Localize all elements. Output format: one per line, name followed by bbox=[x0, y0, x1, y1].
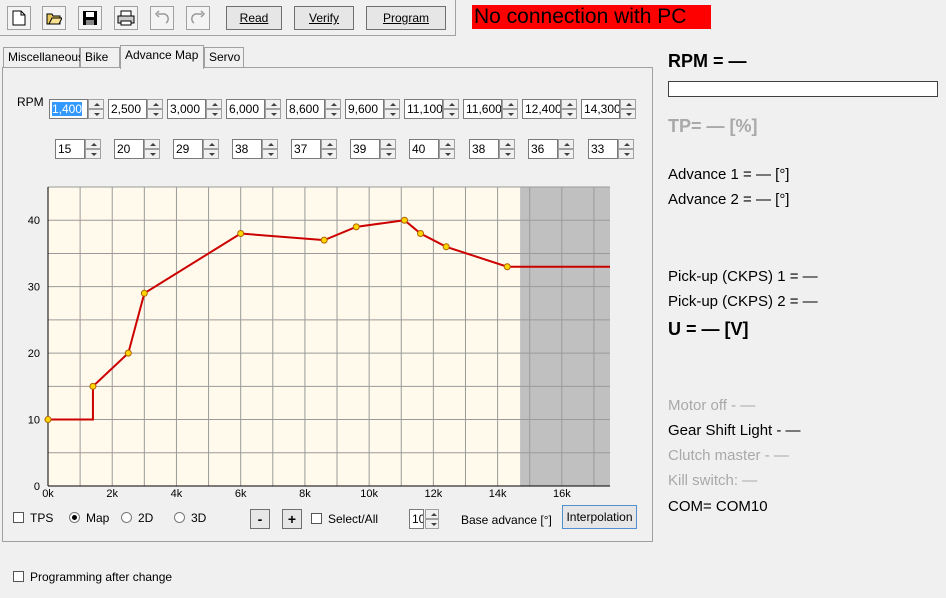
x-tick-label: 6k bbox=[235, 488, 247, 500]
pickup1-readout: Pick-up (CKPS) 1 = — bbox=[668, 268, 818, 285]
com-port-readout: COM= COM10 bbox=[668, 498, 768, 515]
tps-checkbox[interactable] bbox=[13, 512, 24, 523]
3d-radio[interactable] bbox=[174, 512, 185, 523]
rpm-progress-bar bbox=[668, 81, 938, 97]
voltage-readout: U = — [V] bbox=[668, 319, 749, 339]
gear-shift-light-readout: Gear Shift Light - — bbox=[668, 422, 801, 439]
map-point-2[interactable] bbox=[89, 382, 97, 390]
select-all-label: Select/All bbox=[328, 512, 379, 526]
x-tick-label: 2k bbox=[106, 488, 118, 500]
base-advance-up[interactable] bbox=[425, 509, 439, 519]
map-point-9[interactable] bbox=[417, 230, 425, 238]
plot-shaded-region bbox=[520, 187, 610, 486]
map-point-5[interactable] bbox=[237, 230, 245, 238]
y-tick-labels: 0 10 20 30 40 bbox=[28, 215, 40, 493]
map-point-7[interactable] bbox=[352, 223, 360, 231]
map-point-1[interactable] bbox=[44, 416, 52, 424]
2d-label: 2D bbox=[138, 511, 154, 525]
map-point-8[interactable] bbox=[400, 216, 408, 224]
x-tick-label: 10k bbox=[360, 488, 378, 500]
y-tick-label: 0 bbox=[34, 481, 40, 493]
map-point-3[interactable] bbox=[124, 349, 132, 357]
map-point-4[interactable] bbox=[140, 289, 148, 297]
x-tick-label: 12k bbox=[424, 488, 442, 500]
map-label: Map bbox=[86, 511, 110, 525]
tab-advance-map[interactable]: Advance Map bbox=[120, 45, 204, 69]
base-advance-input[interactable]: 10 bbox=[409, 509, 424, 529]
rpm-readout: RPM = — bbox=[668, 51, 747, 71]
3d-label: 3D bbox=[191, 511, 207, 525]
map-point-11[interactable] bbox=[503, 263, 511, 271]
map-point-6[interactable] bbox=[320, 236, 328, 244]
base-advance-down[interactable] bbox=[425, 519, 439, 529]
y-tick-label: 30 bbox=[28, 282, 40, 294]
advance1-readout: Advance 1 = — [°] bbox=[668, 166, 790, 183]
x-tick-label: 0k bbox=[42, 488, 54, 500]
2d-radio[interactable] bbox=[121, 512, 132, 523]
y-tick-label: 10 bbox=[28, 415, 40, 427]
kill-switch-readout: Kill switch: — bbox=[668, 472, 758, 489]
map-radio[interactable] bbox=[69, 512, 80, 523]
y-tick-label: 20 bbox=[28, 348, 40, 360]
tps-label: TPS bbox=[30, 511, 54, 525]
tp-readout: TP= — [%] bbox=[668, 116, 758, 136]
advance-map-chart[interactable]: 0k 2k 4k 6k 8k 10k 12k 14k 16k 0 10 20 30 40 bbox=[0, 0, 660, 510]
clutch-master-readout: Clutch master - — bbox=[668, 447, 789, 464]
y-tick-label: 40 bbox=[28, 215, 40, 227]
x-tick-label: 16k bbox=[553, 488, 571, 500]
interpolation-button[interactable]: Interpolation bbox=[562, 505, 637, 529]
zoom-out-button[interactable]: - bbox=[250, 509, 270, 529]
advance2-readout: Advance 2 = — [°] bbox=[668, 191, 790, 208]
base-advance-stepper[interactable]: 10 bbox=[409, 509, 439, 529]
select-all-checkbox[interactable] bbox=[311, 513, 322, 524]
zoom-in-button[interactable]: + bbox=[282, 509, 302, 529]
programming-after-change-checkbox[interactable] bbox=[13, 571, 24, 582]
base-advance-label: Base advance [°] bbox=[461, 513, 552, 527]
programming-after-change-label: Programming after change bbox=[30, 570, 173, 584]
x-tick-labels: 0k 2k 4k 6k 8k 10k 12k 14k 16k bbox=[42, 488, 571, 500]
map-point-10[interactable] bbox=[442, 243, 450, 251]
motor-off-readout: Motor off - — bbox=[668, 397, 756, 414]
x-tick-label: 4k bbox=[171, 488, 183, 500]
x-tick-label: 14k bbox=[489, 488, 507, 500]
x-tick-label: 8k bbox=[299, 488, 311, 500]
pickup2-readout: Pick-up (CKPS) 2 = — bbox=[668, 293, 818, 310]
